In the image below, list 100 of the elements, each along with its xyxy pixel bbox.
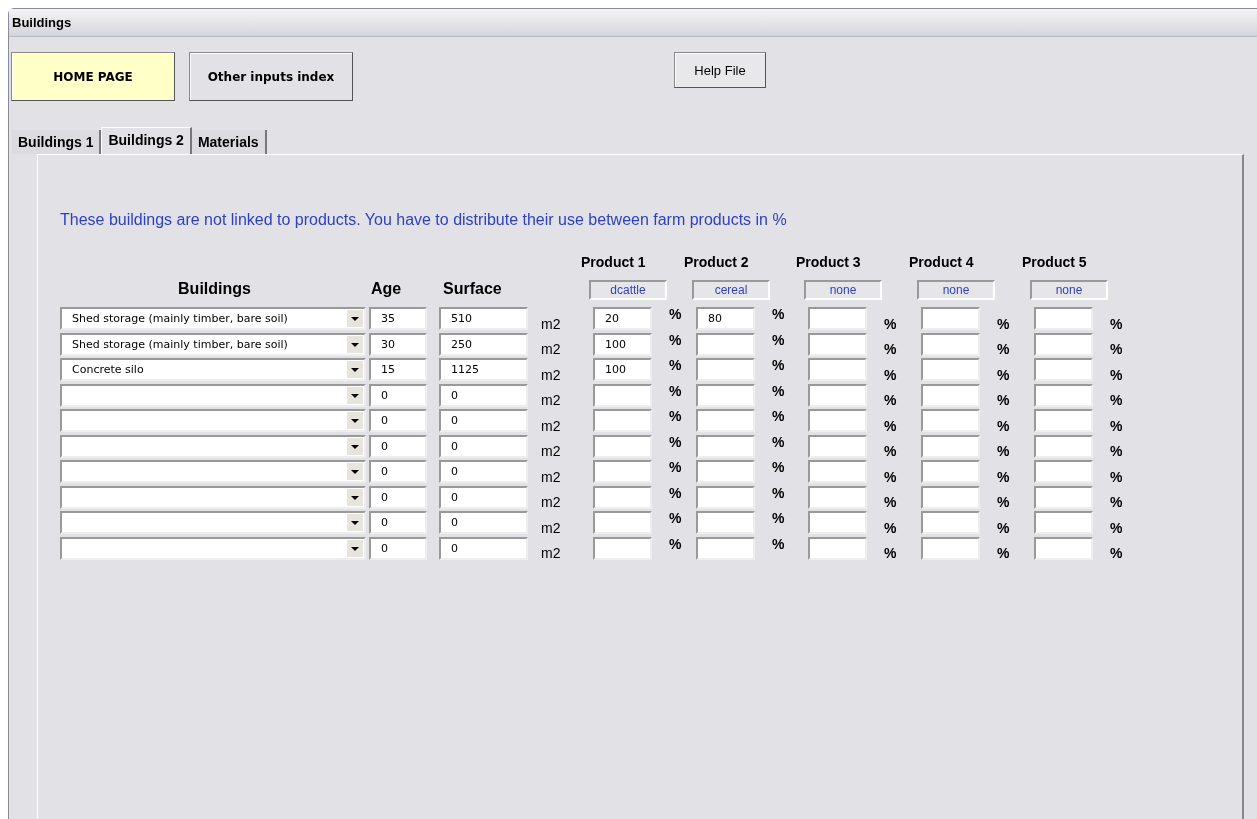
share-field[interactable] xyxy=(808,332,867,356)
percent-label: % xyxy=(1109,366,1124,383)
share-field[interactable] xyxy=(696,434,755,458)
share-field[interactable] xyxy=(1034,383,1093,407)
share-field[interactable] xyxy=(1034,511,1093,535)
share-field[interactable] xyxy=(808,383,867,407)
share-field[interactable] xyxy=(921,332,980,356)
share-field[interactable] xyxy=(808,307,867,331)
age-field[interactable]: 0 xyxy=(369,511,427,535)
share-field[interactable] xyxy=(593,511,652,535)
surface-field[interactable]: 250 xyxy=(439,332,528,356)
share-field[interactable] xyxy=(593,460,652,484)
share-field[interactable]: 20 xyxy=(593,307,652,331)
tab[interactable]: Buildings 1 xyxy=(12,130,102,154)
surface-field[interactable]: 0 xyxy=(439,460,528,484)
share-field[interactable] xyxy=(808,434,867,458)
age-field[interactable]: 35 xyxy=(369,307,427,331)
share-field[interactable] xyxy=(1034,358,1093,382)
percent-label: % xyxy=(1109,519,1124,536)
share-field[interactable] xyxy=(1034,409,1093,433)
surface-field[interactable]: 0 xyxy=(439,485,528,509)
share-field[interactable] xyxy=(921,536,980,560)
share-field[interactable] xyxy=(1034,536,1093,560)
surface-field[interactable]: 0 xyxy=(439,434,528,458)
share-field[interactable] xyxy=(921,511,980,535)
share-field[interactable] xyxy=(696,460,755,484)
share-field[interactable] xyxy=(1034,307,1093,331)
unit-label: m2 xyxy=(541,341,562,357)
age-field[interactable]: 0 xyxy=(369,460,427,484)
share-field[interactable]: 100 xyxy=(593,358,652,382)
age-field[interactable]: 0 xyxy=(369,383,427,407)
share-field[interactable] xyxy=(921,460,980,484)
share-field[interactable]: 80 xyxy=(696,307,755,331)
share-field[interactable] xyxy=(593,434,652,458)
nav-button[interactable]: Other inputs index xyxy=(189,52,353,101)
nav-button[interactable]: HOME PAGE xyxy=(11,52,175,101)
share-field[interactable] xyxy=(921,358,980,382)
surface-field[interactable]: 0 xyxy=(439,536,528,560)
share-field[interactable] xyxy=(593,485,652,509)
share-field[interactable]: 100 xyxy=(593,332,652,356)
share-field[interactable] xyxy=(696,332,755,356)
share-field[interactable] xyxy=(593,409,652,433)
age-field[interactable]: 0 xyxy=(369,434,427,458)
share-field[interactable] xyxy=(808,485,867,509)
share-field[interactable] xyxy=(696,485,755,509)
percent-label: % xyxy=(1109,468,1124,485)
age-field[interactable]: 15 xyxy=(369,358,427,382)
share-field[interactable] xyxy=(808,460,867,484)
share-field[interactable] xyxy=(808,358,867,382)
age-field[interactable]: 0 xyxy=(369,409,427,433)
share-field[interactable] xyxy=(1034,434,1093,458)
share-field[interactable] xyxy=(696,358,755,382)
share-field[interactable] xyxy=(921,434,980,458)
age-field[interactable]: 0 xyxy=(369,536,427,560)
share-field[interactable] xyxy=(1034,332,1093,356)
percent-label: % xyxy=(771,408,786,424)
share-field[interactable] xyxy=(593,536,652,560)
surface-field[interactable]: 510 xyxy=(439,307,528,331)
surface-field[interactable]: 1125 xyxy=(439,358,528,382)
unit-label: m2 xyxy=(541,443,562,459)
building-dropdown[interactable]: Concrete silo xyxy=(60,358,366,382)
percent-label: % xyxy=(883,366,898,383)
percent-label: % xyxy=(668,357,683,373)
share-field[interactable] xyxy=(808,409,867,433)
unit-label: m2 xyxy=(541,315,562,332)
percent-label: % xyxy=(771,510,786,526)
building-dropdown[interactable]: Shed storage (mainly timber, bare soil) xyxy=(60,332,366,356)
share-field[interactable] xyxy=(921,485,980,509)
share-field[interactable] xyxy=(808,511,867,535)
share-field[interactable] xyxy=(808,536,867,560)
tab[interactable]: Buildings 2 xyxy=(101,127,192,154)
surface-field[interactable]: 0 xyxy=(439,511,528,535)
percent-label: % xyxy=(668,382,683,399)
building-dropdown[interactable]: Shed storage (mainly timber, bare soil) xyxy=(60,307,366,331)
percent-label: % xyxy=(996,494,1011,510)
percent-label: % xyxy=(883,494,898,510)
surface-field[interactable]: 0 xyxy=(439,383,528,407)
share-field[interactable] xyxy=(696,511,755,535)
percent-label: % xyxy=(771,433,786,450)
percent-label: % xyxy=(1109,341,1124,357)
share-field[interactable] xyxy=(921,409,980,433)
share-field[interactable] xyxy=(696,536,755,560)
unit-label: m2 xyxy=(541,392,562,408)
unit-label: m2 xyxy=(541,519,562,536)
share-field[interactable] xyxy=(1034,485,1093,509)
column-header: Age xyxy=(370,280,403,299)
share-field[interactable] xyxy=(696,409,755,433)
help-button[interactable]: Help File xyxy=(674,52,766,88)
tab[interactable]: Materials xyxy=(191,130,267,154)
column-header: Product 1 xyxy=(581,254,646,270)
share-field[interactable] xyxy=(696,383,755,407)
share-field[interactable] xyxy=(921,307,980,331)
share-field[interactable] xyxy=(921,383,980,407)
percent-label: % xyxy=(668,306,683,322)
share-field[interactable] xyxy=(1034,460,1093,484)
surface-field[interactable]: 0 xyxy=(439,409,528,433)
share-field[interactable] xyxy=(593,383,652,407)
percent-label: % xyxy=(1109,315,1124,332)
age-field[interactable]: 30 xyxy=(369,332,427,356)
age-field[interactable]: 0 xyxy=(369,485,427,509)
